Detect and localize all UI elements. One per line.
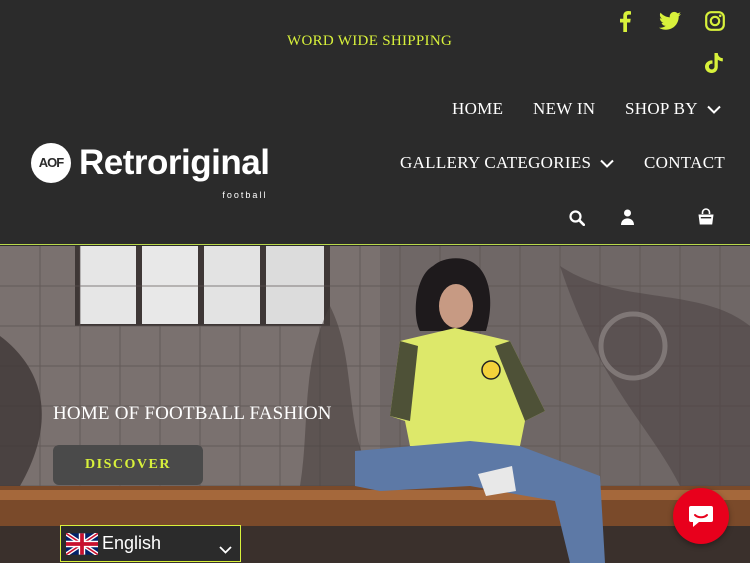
logo-subtitle: football <box>222 190 268 200</box>
nav-shop-by-label: SHOP BY <box>625 99 698 118</box>
chat-button[interactable] <box>673 488 729 544</box>
twitter-icon[interactable] <box>659 11 681 31</box>
cart-icon[interactable] <box>697 208 715 231</box>
discover-button[interactable]: DISCOVER <box>53 445 203 485</box>
site-header: WORD WIDE SHIPPING HOME NEW IN SHOP BY G… <box>0 0 750 245</box>
site-logo[interactable]: AOF Retroriginal football <box>31 143 270 201</box>
nav-new-in-label: NEW IN <box>533 99 596 118</box>
nav-gallery-label: GALLERY CATEGORIES <box>400 153 592 172</box>
nav-contact[interactable]: CONTACT <box>644 153 725 173</box>
logo-wordmark: Retroriginal football <box>79 145 270 201</box>
logo-mark: AOF <box>31 143 71 183</box>
language-label: English <box>102 533 162 553</box>
logo-mark-text: AOF <box>38 155 64 170</box>
uk-flag-icon <box>66 532 98 555</box>
chevron-down-icon <box>707 99 721 119</box>
instagram-icon[interactable] <box>705 11 725 31</box>
nav-new-in[interactable]: NEW IN <box>533 99 595 119</box>
nav-contact-label: CONTACT <box>644 153 726 172</box>
language-selector[interactable]: English <box>60 525 241 562</box>
announcement-text: WORD WIDE SHIPPING <box>287 33 453 49</box>
nav-home-label: HOME <box>452 99 504 118</box>
chevron-down-icon <box>600 153 615 173</box>
search-icon[interactable] <box>569 210 586 231</box>
nav-home[interactable]: HOME <box>452 99 503 119</box>
nav-gallery-categories[interactable]: GALLERY CATEGORIES <box>400 153 615 173</box>
chat-icon <box>689 506 713 527</box>
nav-shop-by[interactable]: SHOP BY <box>625 99 721 119</box>
account-icon[interactable] <box>621 209 634 230</box>
tiktok-icon[interactable] <box>705 53 723 73</box>
facebook-icon[interactable] <box>617 10 633 32</box>
chevron-down-icon <box>219 538 232 559</box>
hero-banner: HOME OF FOOTBALL FASHION DISCOVER <box>0 246 750 563</box>
hero-title: HOME OF FOOTBALL FASHION <box>53 403 332 424</box>
